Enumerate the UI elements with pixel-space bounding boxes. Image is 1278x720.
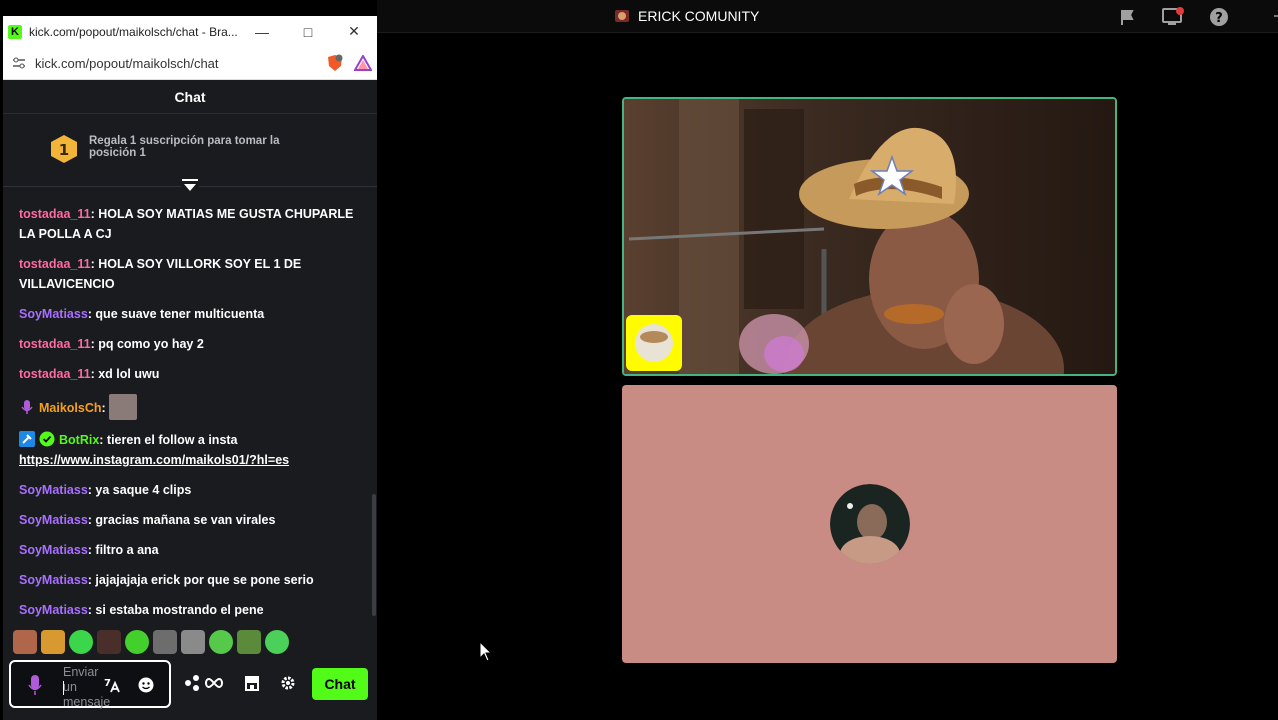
browser-popup-window: K kick.com/popout/maikolsch/chat - Bra..…: [3, 16, 377, 720]
chat-message: SoyMatiass: ya saque 4 clips: [19, 483, 192, 497]
message-username[interactable]: MaikolsCh: [39, 401, 102, 415]
gift-sub-leaderboard[interactable]: 1 Regala 1 suscripción para tomar la pos…: [3, 114, 377, 192]
brave-rewards-icon[interactable]: [349, 55, 377, 71]
emote-image: [109, 394, 138, 420]
chat-message: tostadaa_11: HOLA SOY MATIAS ME GUSTA CH…: [19, 207, 354, 241]
message-link[interactable]: https://www.instagram.com/maikols01/?hl=…: [19, 453, 289, 467]
participant-avatar: [830, 484, 910, 564]
emote-button[interactable]: [237, 630, 261, 654]
emote-button[interactable]: [153, 630, 177, 654]
emote-button[interactable]: [125, 630, 149, 654]
chat-message: SoyMatiass: jajajajaja erick por que se …: [19, 573, 314, 587]
verified-icon: [39, 431, 55, 447]
message-username[interactable]: SoyMatiass: [19, 483, 88, 497]
message-username[interactable]: tostadaa_11: [19, 257, 91, 271]
emote-button[interactable]: [209, 630, 233, 654]
close-icon[interactable]: ✕: [331, 23, 377, 40]
store-icon[interactable]: [241, 672, 263, 694]
site-settings-icon[interactable]: [3, 57, 35, 69]
message-text: pq como yo hay 2: [98, 337, 204, 351]
minimize-icon[interactable]: —: [239, 24, 285, 40]
maximize-icon[interactable]: □: [285, 24, 331, 40]
message-username[interactable]: SoyMatiass: [19, 513, 88, 527]
message-username[interactable]: SoyMatiass: [19, 543, 88, 557]
text-caret: [63, 681, 64, 695]
message-username[interactable]: BotRix: [59, 433, 99, 447]
video-tile-avatar[interactable]: [622, 385, 1117, 663]
message-text: jajajajaja erick por que se pone serio: [95, 573, 314, 587]
chat-header: Chat: [3, 80, 377, 114]
points-icon[interactable]: [181, 672, 203, 694]
video-tile-camera[interactable]: [622, 97, 1117, 376]
rank-badge-icon: 1: [51, 135, 77, 163]
chat-message: BotRix: tieren el follow a insta https://…: [19, 431, 290, 467]
chat-message: tostadaa_11: xd lol uwu: [19, 367, 160, 381]
message-text: gracias mañana se van virales: [95, 513, 276, 527]
flag-icon[interactable]: [1116, 6, 1138, 28]
svg-text:1: 1: [59, 141, 69, 159]
brave-shield-icon[interactable]: [321, 54, 349, 72]
hammer-icon: [19, 431, 35, 447]
overflow-edge: [1274, 15, 1278, 17]
chat-message: MaikolsCh:: [19, 394, 359, 420]
message-text: ya saque 4 clips: [95, 483, 192, 497]
message-text: filtro a ana: [95, 543, 159, 557]
emote-button[interactable]: [181, 630, 205, 654]
message-username[interactable]: tostadaa_11: [19, 337, 91, 351]
chat-message: SoyMatiass: filtro a ana: [19, 543, 159, 557]
message-text: tieren el follow a insta: [106, 433, 238, 447]
emoji-icon[interactable]: [137, 676, 155, 694]
address-bar[interactable]: kick.com/popout/maikolsch/chat: [3, 47, 377, 80]
message-text: xd lol uwu: [98, 367, 160, 381]
server-icon: [615, 10, 629, 22]
screen-share-icon[interactable]: [1162, 6, 1184, 28]
message-username[interactable]: SoyMatiass: [19, 603, 88, 617]
server-name: ERICK COMUNITY: [638, 8, 760, 24]
chat-message: SoyMatiass: gracias mañana se van virale…: [19, 513, 276, 527]
chat-scrollbar[interactable]: [372, 494, 376, 616]
emote-button[interactable]: [265, 630, 289, 654]
recent-emotes-bar: [13, 630, 289, 654]
camera-feed: [624, 99, 1115, 374]
server-title[interactable]: ERICK COMUNITY: [613, 7, 759, 25]
translate-icon[interactable]: 7: [103, 676, 121, 694]
chat-message: SoyMatiass: si estaba mostrando el pene: [19, 603, 264, 617]
window-title: kick.com/popout/maikolsch/chat - Bra...: [29, 24, 238, 39]
emote-button[interactable]: [13, 630, 37, 654]
emote-button[interactable]: [69, 630, 93, 654]
message-username[interactable]: tostadaa_11: [19, 207, 91, 221]
url-text: kick.com/popout/maikolsch/chat: [35, 55, 219, 71]
message-username[interactable]: tostadaa_11: [19, 367, 91, 381]
microphone-icon: [21, 400, 33, 414]
svg-text:7: 7: [104, 678, 111, 689]
chat-message: tostadaa_11: pq como yo hay 2: [19, 337, 204, 351]
emote-button[interactable]: [97, 630, 121, 654]
settings-gear-icon[interactable]: [277, 672, 299, 694]
infinity-icon[interactable]: [203, 672, 225, 694]
message-input[interactable]: Enviar un mensaje 7: [9, 660, 171, 709]
send-chat-button[interactable]: Chat: [312, 668, 368, 700]
message-text: si estaba mostrando el pene: [95, 603, 264, 617]
call-topbar: ERICK COMUNITY ?: [377, 0, 1278, 33]
window-titlebar[interactable]: K kick.com/popout/maikolsch/chat - Bra..…: [3, 16, 377, 47]
message-username[interactable]: SoyMatiass: [19, 307, 88, 321]
emote-button[interactable]: [41, 630, 65, 654]
pinned-arrow-icon[interactable]: [181, 178, 199, 192]
gift-text: Regala 1 suscripción para tomar la posic…: [89, 135, 280, 159]
kick-favicon-icon: K: [8, 24, 22, 39]
chat-input-bar: Enviar un mensaje 7 Chat: [3, 660, 377, 710]
chat-messages: tostadaa_11: HOLA SOY MATIAS ME GUSTA CH…: [3, 204, 373, 629]
microphone-icon[interactable]: [27, 674, 43, 696]
mouse-cursor-icon: [479, 641, 493, 662]
svg-text:?: ?: [1215, 11, 1223, 26]
message-username[interactable]: SoyMatiass: [19, 573, 88, 587]
chat-message: tostadaa_11: HOLA SOY VILLORK SOY EL 1 D…: [19, 257, 302, 291]
message-text: que suave tener multicuenta: [95, 307, 265, 321]
chat-message: SoyMatiass: que suave tener multicuenta: [19, 307, 265, 321]
help-icon[interactable]: ?: [1208, 6, 1230, 28]
